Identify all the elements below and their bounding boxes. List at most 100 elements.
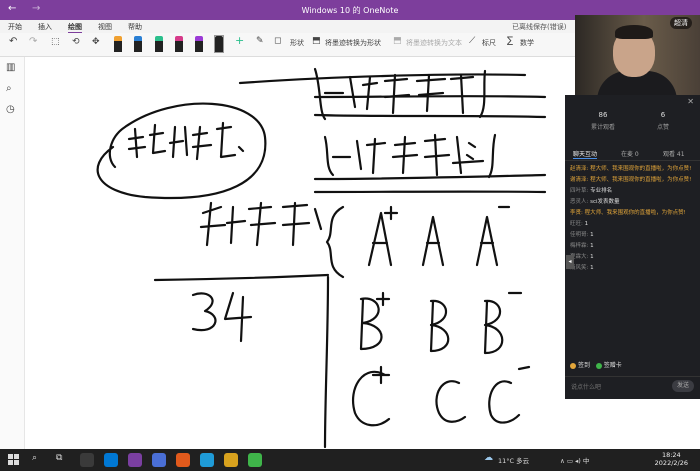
draw-ribbon: ↶ ↷ ⬚ ⟲ ✥ + ✎ ◻ 形状 ⬒ 将墨迹转换为形状 ⬒ 将墨迹转换为文本… — [0, 33, 575, 57]
chat-message: 恶灵人: sci发表数量 — [570, 198, 696, 206]
system-tray-icons[interactable]: ∧ ▭ ◂) 中 — [560, 455, 589, 465]
search-icon[interactable]: ⌕ — [6, 83, 12, 94]
shapes-button-icon: ◻ — [274, 36, 282, 46]
ruler-icon: ⟋ — [469, 36, 476, 46]
card-icon — [595, 362, 602, 369]
chat-actions: 签到 签赠卡 — [570, 360, 622, 369]
chat-message-user: 恶灵人: — [570, 199, 589, 205]
shapes-icon[interactable]: ✎ — [256, 36, 264, 46]
pen-green[interactable] — [155, 36, 163, 52]
collapse-chat-icon[interactable]: ◂ — [566, 255, 574, 269]
checkin-label: 签到 — [578, 362, 591, 369]
chat-message: 旺旺: 1 — [570, 220, 696, 228]
chat-input[interactable]: 说点什么吧 — [571, 382, 601, 391]
stat-views-label: 累计观看 — [590, 124, 615, 131]
chat-message-user: 李贤: — [570, 210, 583, 216]
ink-to-text-button[interactable]: 将墨迹转换为文本 — [406, 38, 462, 48]
card-button[interactable]: 签赠卡 — [595, 362, 622, 369]
pen-black[interactable] — [214, 35, 224, 53]
pen-purple[interactable] — [195, 36, 203, 52]
chat-tabs: 聊天互动 在麦 0 观看 41 — [565, 147, 700, 161]
ribbon-tabs: 开始 插入 绘图 视图 帮助 已离线保存(错误) — [0, 20, 575, 33]
save-status: 已离线保存(错误) — [512, 23, 567, 31]
select-icon[interactable]: ⬚ — [51, 37, 60, 47]
task-view-icon[interactable]: ⧉ — [56, 453, 62, 463]
taskbar-app-icon[interactable] — [152, 453, 166, 467]
tab-insert[interactable]: 插入 — [38, 22, 52, 32]
webcam-person-hair — [615, 25, 653, 39]
stat-views: 86 累计观看 — [573, 111, 633, 131]
shapes-button[interactable]: 形状 — [290, 38, 304, 48]
windows-taskbar: ⌕ ⧉ ☁ 11°C 多云 ∧ ▭ ◂) 中 18:24 2022/2/26 — [0, 449, 700, 471]
chat-message-text: 程大师、我来围观你的直播啦，为你点赞! — [590, 166, 692, 172]
weather-text[interactable]: 11°C 多云 — [498, 455, 529, 465]
chat-message-text: 1 — [590, 232, 594, 238]
send-button[interactable]: 发送 — [672, 380, 694, 392]
taskbar-app-icon[interactable] — [80, 453, 94, 467]
pen-pink[interactable] — [175, 36, 183, 52]
chat-message: 赵清泽: 程大师、我来围观你的直播啦，为你点赞! — [570, 165, 696, 173]
recent-icon[interactable]: ◷ — [6, 104, 15, 115]
chat-message: 李贤: 程大师、我来围观你的直播啦，为你点赞! — [570, 209, 696, 217]
checkin-button[interactable]: 签到 — [570, 362, 590, 369]
chat-message-user: 佳明哥: — [570, 232, 589, 238]
tab-mic[interactable]: 在麦 0 — [621, 149, 639, 158]
chat-message-text: 程大师、我来围观你的直播啦，为你点赞! — [584, 210, 686, 216]
ink-to-shape-button[interactable]: 将墨迹转换为形状 — [325, 38, 381, 48]
chat-message: 梅梓霖: 1 — [570, 242, 696, 250]
taskbar-app-icon[interactable] — [128, 453, 142, 467]
chat-message-text: sci发表数量 — [590, 199, 620, 205]
taskbar-app-icon[interactable] — [104, 453, 118, 467]
taskbar-app-icon[interactable] — [176, 453, 190, 467]
lasso-icon[interactable]: ⟲ — [72, 37, 80, 47]
search-taskbar-icon[interactable]: ⌕ — [32, 453, 37, 463]
tab-help[interactable]: 帮助 — [128, 22, 142, 32]
undo-icon[interactable]: ↶ — [9, 36, 17, 47]
stat-likes-label: 点赞 — [656, 124, 669, 131]
ink-to-text-icon: ⬒ — [393, 36, 402, 46]
stat-likes: 6 点赞 — [633, 111, 693, 131]
chat-message-user: 赵清泽: — [570, 166, 589, 172]
clock[interactable]: 18:24 2022/2/26 — [655, 451, 688, 467]
start-icon[interactable] — [8, 454, 20, 466]
tab-chat[interactable]: 聊天互动 — [573, 149, 598, 159]
close-icon[interactable]: ✕ — [687, 97, 694, 106]
taskbar-app-icon[interactable] — [200, 453, 214, 467]
tab-view[interactable]: 视图 — [98, 22, 112, 32]
math-button[interactable]: 数学 — [520, 38, 534, 48]
pen-blue[interactable] — [134, 36, 142, 52]
weather-icon: ☁ — [484, 453, 493, 463]
webcam-feed: 超清 — [575, 15, 700, 95]
chat-message-user: 梅梓霖: — [570, 243, 589, 249]
chat-message: 夏霖大: 1 — [570, 253, 696, 261]
onenote-window: ← → Windows 10 的 OneNote 开始 插入 绘图 视图 帮助 … — [0, 0, 700, 471]
redo-icon[interactable]: ↷ — [29, 36, 37, 47]
chat-message-text: 专业排名 — [590, 188, 613, 194]
chat-message: 谢清泽: 程大师、我来围观你的直播啦，为你点赞! — [570, 176, 696, 184]
ruler-button[interactable]: 标尺 — [482, 38, 496, 48]
taskbar-app-icon[interactable] — [224, 453, 238, 467]
chat-message-text: 1 — [584, 221, 589, 227]
chat-input-row: 说点什么吧 发送 — [565, 376, 700, 396]
tab-viewers[interactable]: 观看 41 — [663, 149, 685, 158]
add-pen-icon[interactable]: + — [235, 34, 244, 47]
chat-message-text: 1 — [590, 254, 594, 260]
pan-icon[interactable]: ✥ — [92, 37, 100, 47]
notebooks-icon[interactable]: ▥ — [6, 62, 15, 73]
chat-message-user: 旺旺: — [570, 221, 583, 227]
chat-message-text: 1 — [590, 265, 594, 271]
stat-likes-value: 6 — [660, 111, 666, 119]
clock-date: 2022/2/26 — [654, 459, 688, 467]
chat-message: 四叶草: 专业排名 — [570, 187, 696, 195]
webcam-name-badge: 超清 — [670, 17, 692, 29]
pen-orange[interactable] — [114, 36, 122, 52]
ink-to-shape-icon: ⬒ — [312, 36, 321, 46]
tab-draw[interactable]: 绘图 — [68, 22, 82, 33]
taskbar-app-icon[interactable] — [248, 453, 262, 467]
tab-home[interactable]: 开始 — [8, 22, 22, 32]
card-label: 签赠卡 — [603, 362, 622, 369]
chat-message-text: 程大师、我来围观你的直播啦，为你点赞! — [590, 177, 692, 183]
clock-time: 18:24 — [661, 451, 681, 459]
chat-message-user: 四叶草: — [570, 188, 589, 194]
ink-canvas[interactable] — [25, 57, 565, 449]
